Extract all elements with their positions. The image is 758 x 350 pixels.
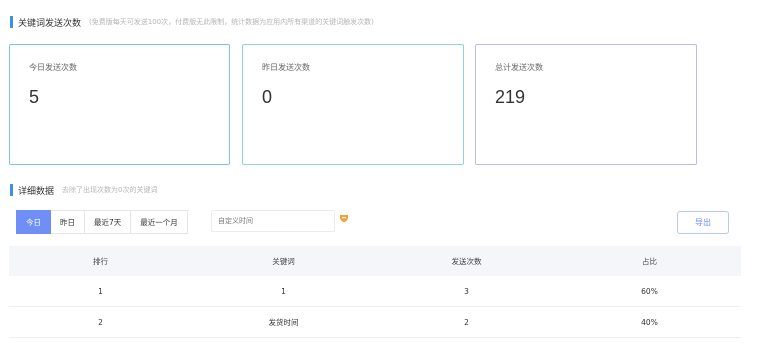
keyword-stats-table: 排行 关键词 发送次数 占比 1 1 3 60% 2 发货时间 2 40%	[9, 246, 741, 338]
section-title: 关键词发送次数	[18, 18, 82, 29]
cell-keyword: 发货时间	[268, 317, 299, 327]
header-keyword: 关键词	[272, 256, 295, 266]
card-label: 今日发送次数	[29, 63, 77, 72]
keyword-send-section-header: 关键词发送次数 (免费版每天可发送100次，付费版无此限制，统计数据为应用内所有…	[10, 15, 374, 29]
yesterday-count-card: 昨日发送次数 0	[242, 44, 464, 165]
table-row: 2 发货时间 2 40%	[9, 307, 741, 338]
detail-section-header: 详细数据 去除了出现次数为0次的关键词	[10, 183, 157, 197]
cell-rank: 2	[98, 317, 103, 327]
section-note: (免费版每天可发送100次，付费版无此限制，统计数据为应用内所有渠道的关键词触发…	[89, 18, 374, 26]
table-row: 1 1 3 60%	[9, 276, 741, 307]
section-accent-bar	[10, 184, 13, 196]
date-range-tabs: 今日 昨日 最近7天 最近一个月	[16, 210, 188, 234]
section-title: 详细数据	[18, 186, 55, 197]
cell-ratio: 40%	[641, 317, 658, 327]
cell-keyword: 1	[281, 286, 286, 296]
card-label: 昨日发送次数	[262, 63, 310, 72]
header-send-count: 发送次数	[451, 256, 482, 266]
export-button[interactable]: 导出	[677, 211, 729, 234]
tab-last-month[interactable]: 最近一个月	[131, 210, 188, 234]
calendar-icon[interactable]	[339, 213, 349, 223]
section-note: 去除了出现次数为0次的关键词	[62, 186, 158, 194]
cell-ratio: 60%	[641, 286, 658, 296]
header-rank: 排行	[93, 256, 108, 266]
cell-send-count: 3	[464, 286, 469, 296]
cell-send-count: 2	[464, 317, 469, 327]
card-value: 219	[495, 87, 526, 107]
table-header-row: 排行 关键词 发送次数 占比	[9, 246, 741, 276]
card-label: 总计发送次数	[495, 63, 543, 72]
header-ratio: 占比	[642, 256, 657, 266]
total-count-card: 总计发送次数 219	[475, 44, 697, 165]
card-value: 5	[29, 87, 40, 107]
cell-rank: 1	[98, 286, 103, 296]
section-accent-bar	[10, 16, 13, 28]
tab-yesterday[interactable]: 昨日	[51, 210, 85, 234]
tab-today[interactable]: 今日	[16, 210, 51, 234]
card-value: 0	[262, 87, 273, 107]
today-count-card: 今日发送次数 5	[9, 44, 230, 165]
custom-time-input[interactable]	[211, 210, 335, 232]
tab-last-7-days[interactable]: 最近7天	[85, 210, 132, 234]
